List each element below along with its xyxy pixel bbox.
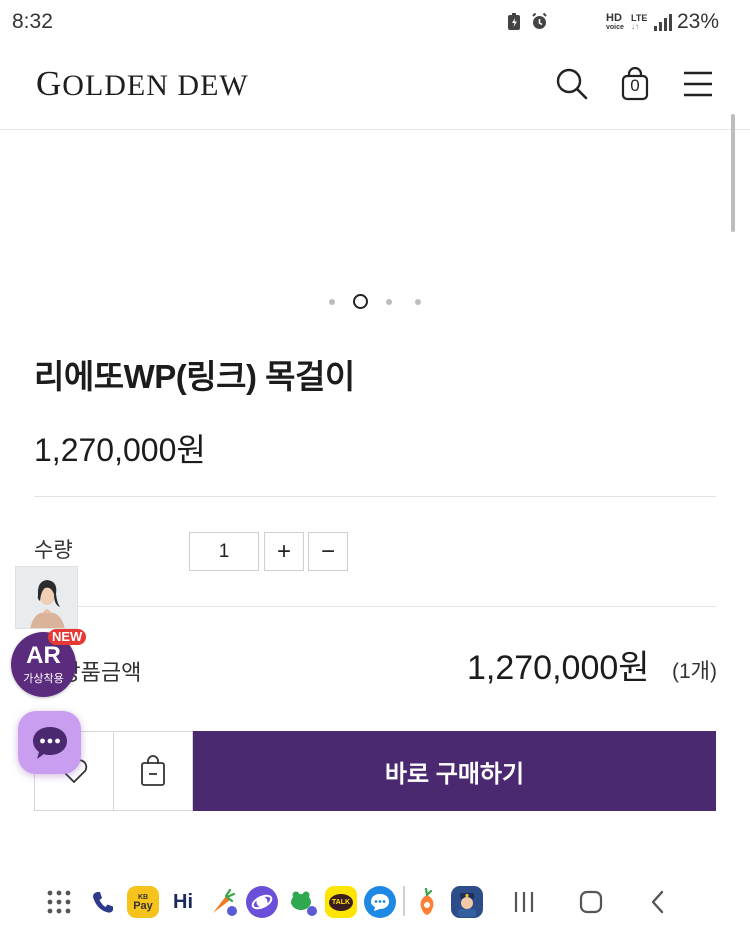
messages-app[interactable] xyxy=(364,886,396,918)
battery-percent: 23% xyxy=(677,10,720,33)
divider xyxy=(34,606,716,607)
back-button[interactable] xyxy=(642,886,674,918)
hi-icon: Hi xyxy=(173,890,193,913)
carrot-market-app[interactable] xyxy=(411,886,443,918)
product-price: 1,270,000원 xyxy=(34,432,206,468)
quantity-minus-button[interactable]: − xyxy=(308,532,348,571)
carrot-app[interactable] xyxy=(207,886,239,918)
quantity-label: 수량 xyxy=(34,539,73,562)
recent-apps-icon xyxy=(514,892,534,912)
kbpay-app[interactable]: KB Pay xyxy=(127,886,159,918)
back-icon xyxy=(651,890,664,914)
search-icon xyxy=(556,68,588,100)
carousel-dot-active[interactable] xyxy=(353,294,368,309)
carrot-market-icon xyxy=(420,887,434,915)
status-notification-icons xyxy=(506,12,548,31)
carousel-dot[interactable] xyxy=(329,299,335,305)
total-count: (1개) xyxy=(672,660,717,683)
recent-apps-button[interactable] xyxy=(508,886,540,918)
phone-icon xyxy=(93,892,113,913)
frog-app[interactable] xyxy=(287,886,319,918)
divider xyxy=(34,496,716,497)
nav-divider xyxy=(403,886,405,916)
site-header: GOLDEN DEW 0 xyxy=(0,44,750,130)
chat-bubble-icon xyxy=(32,726,67,759)
police-app[interactable] xyxy=(451,886,483,918)
add-to-cart-button[interactable] xyxy=(113,731,193,811)
model-photo xyxy=(16,567,77,628)
android-nav-bar: KB Pay Hi TALK xyxy=(0,868,750,937)
product-title: 리에또WP(링크) 목걸이 xyxy=(34,358,355,395)
apps-grid-icon xyxy=(47,890,71,914)
menu-button[interactable] xyxy=(678,64,718,104)
carousel-dot[interactable] xyxy=(386,299,392,305)
chat-button[interactable] xyxy=(18,711,81,774)
carrot-icon xyxy=(213,888,237,916)
internet-app[interactable] xyxy=(246,886,278,918)
buy-now-button[interactable]: 바로 구매하기 xyxy=(193,731,716,811)
lte-indicator: LTE ↓↑ xyxy=(631,13,648,31)
browser-icon xyxy=(251,894,273,910)
frog-icon xyxy=(291,891,317,916)
golden-dew-logo[interactable]: GOLDEN DEW xyxy=(36,64,249,104)
battery-saver-icon xyxy=(508,13,520,30)
quantity-plus-button[interactable]: + xyxy=(264,532,304,571)
phone-app[interactable] xyxy=(87,886,119,918)
messages-icon xyxy=(371,894,389,911)
menu-icon xyxy=(684,71,712,97)
total-price: 1,270,000원 xyxy=(467,649,650,687)
status-time: 8:32 xyxy=(12,10,53,33)
cart-count: 0 xyxy=(630,76,640,95)
new-badge: NEW xyxy=(48,629,87,645)
hd-voice-indicator: HD voice xyxy=(606,12,624,32)
alarm-icon xyxy=(532,12,547,29)
kakaotalk-icon: TALK xyxy=(328,893,354,911)
quantity-input[interactable]: 1 xyxy=(189,532,259,571)
apps-grid-button[interactable] xyxy=(43,886,75,918)
carousel-dots xyxy=(0,292,750,312)
kakaotalk-app[interactable]: TALK xyxy=(325,886,357,918)
hi-app[interactable]: Hi xyxy=(167,886,199,918)
signal-icon xyxy=(654,14,672,31)
search-button[interactable] xyxy=(552,64,592,104)
cart-button[interactable]: 0 xyxy=(615,64,655,104)
ar-model-thumbnail[interactable] xyxy=(15,566,78,629)
police-icon xyxy=(458,893,476,917)
home-button[interactable] xyxy=(575,886,607,918)
home-icon xyxy=(579,890,603,914)
status-bar: 8:32 HD voice LTE ↓↑ 23% xyxy=(0,0,750,44)
shopping-bag-icon xyxy=(141,755,165,786)
carousel-dot[interactable] xyxy=(415,299,421,305)
